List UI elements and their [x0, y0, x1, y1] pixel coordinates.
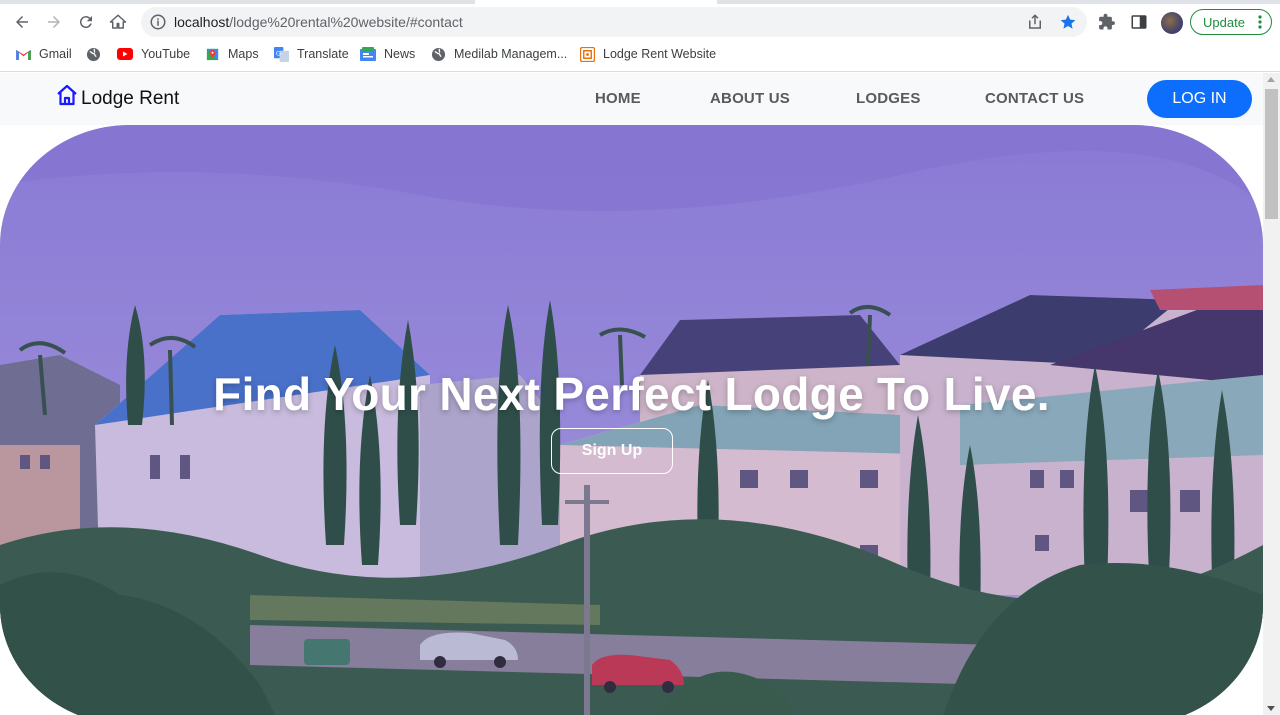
- bookmark-news[interactable]: News: [360, 44, 415, 64]
- bookmark-label: Lodge Rent Website: [603, 47, 717, 61]
- bookmark-label: Gmail: [39, 47, 72, 61]
- url-path: /lodge%20rental%20website/#contact: [229, 14, 463, 30]
- nav-home[interactable]: HOME: [595, 90, 641, 107]
- bookmark-label: News: [384, 47, 416, 61]
- page-scrollbar[interactable]: [1263, 73, 1280, 715]
- bookmark-globe[interactable]: [85, 44, 109, 64]
- forward-arrow-icon: [48, 16, 60, 28]
- nav-contact[interactable]: CONTACT US: [985, 90, 1084, 107]
- globe-icon: [430, 46, 446, 62]
- side-panel-icon[interactable]: [1130, 13, 1148, 31]
- reload-icon: [79, 16, 92, 29]
- reload-button[interactable]: [72, 6, 100, 38]
- hero-banner: Find Your Next Perfect Lodge To Live. Si…: [0, 125, 1263, 715]
- bookmark-lodge-rent[interactable]: Lodge Rent Website: [579, 44, 716, 64]
- back-button[interactable]: [8, 6, 36, 38]
- url-text[interactable]: localhost/lodge%20rental%20website/#cont…: [174, 14, 463, 30]
- brand-logo[interactable]: Lodge Rent: [55, 83, 180, 109]
- login-button[interactable]: LOG IN: [1147, 80, 1252, 118]
- signup-button[interactable]: Sign Up: [551, 428, 673, 474]
- site-info-icon[interactable]: [149, 13, 167, 31]
- browser-chrome: localhost/lodge%20rental%20website/#cont…: [0, 0, 1280, 72]
- bookmark-medilab[interactable]: Medilab Managem...: [430, 44, 567, 64]
- house-icon: [57, 84, 77, 106]
- scrollbar-thumb[interactable]: [1265, 89, 1278, 219]
- update-label: Update: [1203, 14, 1245, 30]
- menu-dots-icon: [1258, 15, 1262, 29]
- bookmark-label: Maps: [228, 47, 259, 61]
- bookmarks-bar: Gmail YouTube Maps G Translate News Medi…: [0, 44, 1280, 64]
- hero-title: Find Your Next Perfect Lodge To Live.: [213, 368, 1050, 420]
- home-button[interactable]: [104, 6, 132, 38]
- bookmark-label: Medilab Managem...: [454, 47, 568, 61]
- brand-name: Lodge Rent: [81, 88, 180, 109]
- bookmark-label: Translate: [297, 47, 349, 61]
- profile-avatar[interactable]: [1161, 12, 1183, 34]
- bookmark-label: YouTube: [141, 47, 191, 61]
- url-host: localhost: [174, 14, 230, 30]
- share-icon[interactable]: [1026, 13, 1044, 31]
- bookmark-gmail[interactable]: Gmail: [15, 44, 72, 64]
- back-arrow-icon: [16, 16, 28, 28]
- maps-icon: [204, 46, 220, 62]
- update-button[interactable]: Update: [1190, 9, 1272, 35]
- nav-lodges[interactable]: LODGES: [856, 90, 921, 107]
- site-icon: [579, 46, 595, 62]
- bookmark-youtube[interactable]: YouTube: [117, 44, 190, 64]
- tab-strip: [0, 0, 1280, 4]
- svg-text:G: G: [275, 49, 280, 57]
- page-viewport: Lodge Rent HOME ABOUT US LODGES CONTACT …: [0, 73, 1280, 715]
- bookmark-star-icon[interactable]: [1059, 13, 1077, 31]
- extensions-icon[interactable]: [1098, 13, 1116, 31]
- gmail-icon: [15, 46, 31, 62]
- scroll-down-arrow-icon[interactable]: [1267, 706, 1275, 711]
- nav-about[interactable]: ABOUT US: [710, 90, 790, 107]
- youtube-icon: [117, 46, 133, 62]
- globe-icon: [85, 46, 101, 62]
- bookmark-translate[interactable]: G Translate: [273, 44, 349, 64]
- scroll-up-arrow-icon[interactable]: [1267, 77, 1275, 82]
- forward-button[interactable]: [40, 6, 68, 38]
- news-icon: [360, 46, 376, 62]
- address-bar[interactable]: localhost/lodge%20rental%20website/#cont…: [141, 7, 1087, 37]
- translate-icon: G: [273, 46, 289, 62]
- site-navbar: Lodge Rent HOME ABOUT US LODGES CONTACT …: [0, 73, 1263, 125]
- browser-toolbar: localhost/lodge%20rental%20website/#cont…: [0, 6, 1280, 38]
- home-icon: [109, 14, 127, 29]
- bookmark-maps[interactable]: Maps: [204, 44, 259, 64]
